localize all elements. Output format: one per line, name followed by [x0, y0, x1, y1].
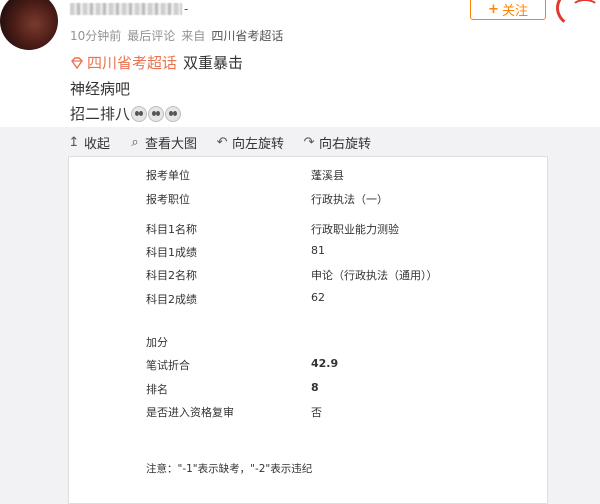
- rotate-left-icon: ↶: [216, 134, 228, 150]
- rotate-right-button[interactable]: ↷ 向右旋转: [302, 133, 371, 152]
- image-toolbar: ↥ 收起 ⌕ 查看大图 ↶ 向左旋转 ↷ 向右旋转: [0, 127, 600, 157]
- source-link[interactable]: 四川省考超话: [211, 27, 283, 44]
- rotate-right-label: 向右旋转: [319, 136, 372, 152]
- note-text: 注意："-1"表示缺考，"-2"表示违纪: [146, 463, 313, 475]
- view-large-label: 查看大图: [145, 136, 198, 152]
- position-value: 行政执法（一）: [311, 193, 388, 206]
- username-redacted: [70, 3, 182, 15]
- skull-emoji-icon: [148, 105, 165, 122]
- avatar[interactable]: [0, 0, 58, 50]
- review-label: 是否进入资格复审: [146, 406, 234, 419]
- position-label: 报考职位: [146, 193, 190, 206]
- image-viewer: ↥ 收起 ⌕ 查看大图 ↶ 向左旋转 ↷ 向右旋转 报考单位 蓬溪县 报考职位 …: [0, 127, 600, 504]
- topic-link[interactable]: 四川省考超话: [70, 52, 177, 73]
- follow-button[interactable]: + 关注: [470, 0, 546, 20]
- username[interactable]: -: [70, 0, 195, 18]
- post-line-2: 神经病吧: [70, 80, 131, 98]
- skull-emoji-icon: [131, 105, 148, 122]
- subj1-score-label: 科目1成绩: [146, 246, 197, 259]
- post-line-1: 四川省考超话 双重暴击: [70, 52, 243, 73]
- unit-label: 报考单位: [146, 169, 190, 182]
- rotate-right-icon: ↷: [303, 134, 315, 150]
- subj1-score-value: 81: [311, 244, 325, 257]
- last-comment-label: 最后评论: [127, 29, 176, 43]
- diamond-icon: [70, 56, 84, 70]
- arrow-up-icon: ↥: [68, 134, 80, 150]
- subj1-name-label: 科目1名称: [146, 223, 197, 236]
- rank-value: 8: [311, 381, 319, 394]
- line3-text: 招二排八: [70, 105, 131, 123]
- topic-label: 四川省考超话: [87, 54, 178, 72]
- subj1-name-value: 行政职业能力测验: [311, 223, 399, 236]
- post-line-3: 招二排八: [70, 103, 182, 124]
- written-label: 笔试折合: [146, 359, 190, 372]
- collapse-label: 收起: [84, 136, 111, 152]
- weibo-logo-icon: [556, 0, 600, 30]
- skull-emoji-icon: [165, 105, 182, 122]
- username-tail: -: [184, 2, 189, 16]
- rotate-left-button[interactable]: ↶ 向左旋转: [215, 133, 284, 152]
- magnifier-icon: ⌕: [131, 134, 139, 150]
- subj2-name-value: 申论（行政执法（通用））: [311, 269, 438, 282]
- collapse-button[interactable]: ↥ 收起: [67, 133, 110, 152]
- score-record-image[interactable]: 报考单位 蓬溪县 报考职位 行政执法（一） 科目1名称 行政职业能力测验 科目1…: [68, 156, 548, 504]
- post-meta: 10分钟前 最后评论 来自 四川省考超话: [70, 27, 283, 44]
- line1-text: 双重暴击: [183, 54, 244, 72]
- follow-label: 关注: [501, 3, 528, 19]
- rank-label: 排名: [146, 383, 168, 396]
- unit-value: 蓬溪县: [311, 169, 344, 182]
- post-time[interactable]: 10分钟前: [70, 27, 121, 44]
- subj2-score-value: 62: [311, 291, 325, 304]
- subj2-score-label: 科目2成绩: [146, 293, 197, 306]
- view-large-button[interactable]: ⌕ 查看大图: [128, 133, 197, 152]
- subj2-name-label: 科目2名称: [146, 269, 197, 282]
- from-label: 来自: [181, 29, 206, 43]
- written-value: 42.9: [311, 357, 339, 370]
- bonus-label: 加分: [146, 336, 168, 349]
- rotate-left-label: 向左旋转: [232, 136, 285, 152]
- plus-icon: +: [488, 1, 499, 17]
- review-value: 否: [311, 406, 322, 419]
